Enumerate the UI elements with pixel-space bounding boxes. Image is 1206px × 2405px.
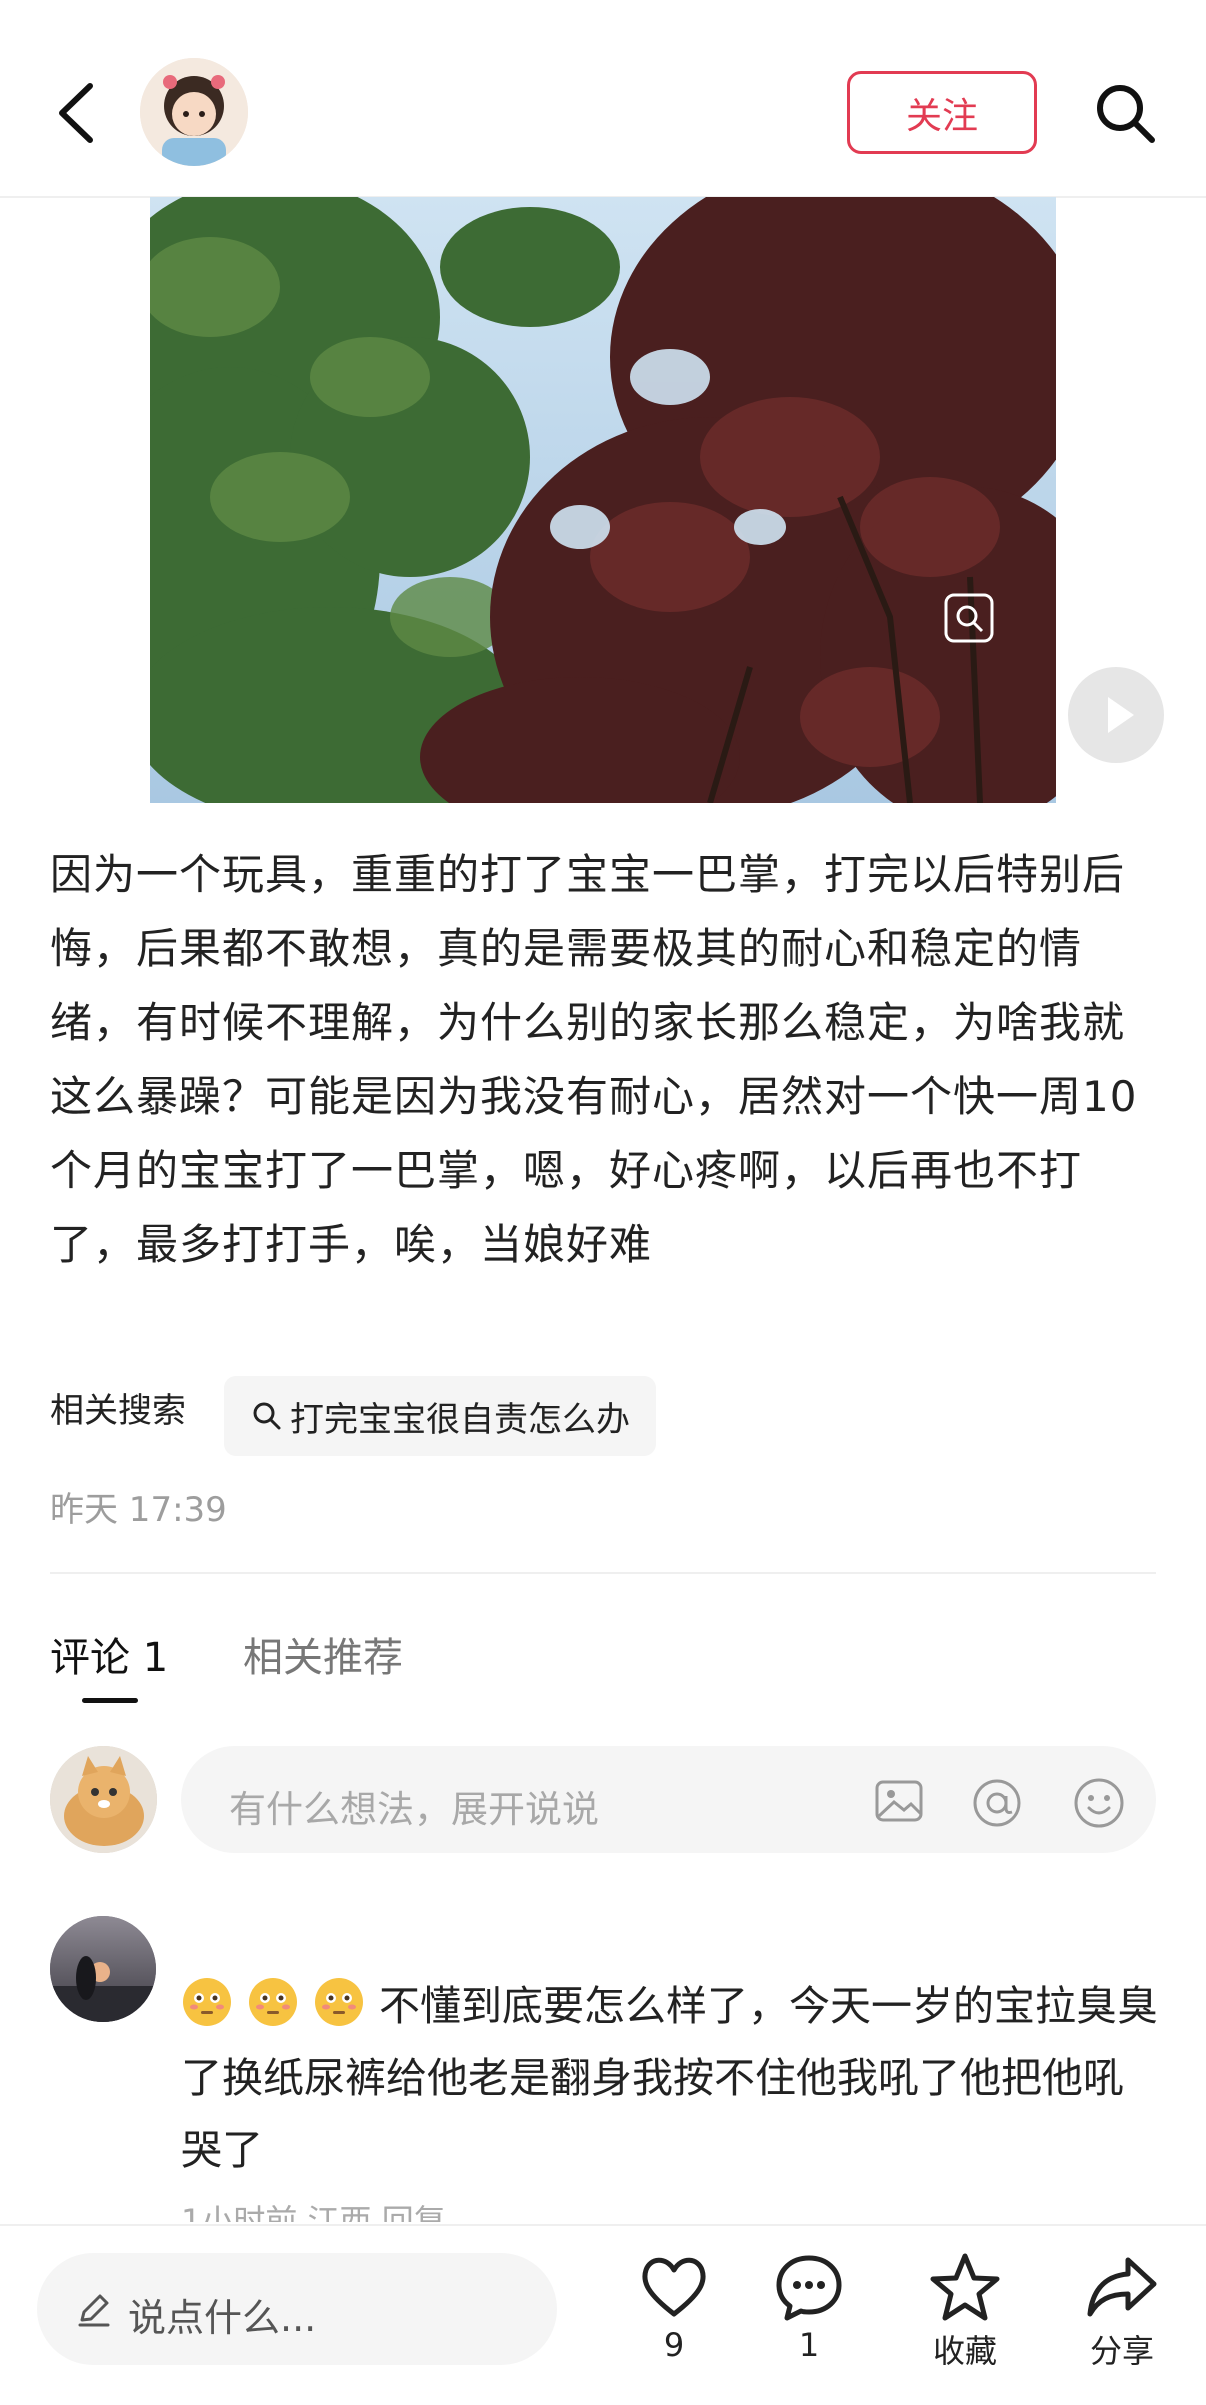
related-search-query: 打完宝宝很自责怎么办 (290, 1399, 630, 1440)
flushed-face-emoji-icon (181, 1976, 233, 2028)
tab-related-recommend[interactable]: 相关推荐 (243, 1625, 403, 1683)
like-count: 9 (663, 2326, 685, 2364)
user-avatar (50, 1746, 157, 1853)
tab-active-indicator (82, 1698, 138, 1703)
star-icon (927, 2250, 1003, 2326)
post-timestamp: 昨天 17:39 (50, 1490, 227, 1530)
follow-button[interactable]: 关注 (847, 71, 1037, 154)
comment-input-placeholder: 有什么想法，展开说说 (229, 1788, 599, 1831)
image-icon[interactable] (874, 1776, 924, 1826)
post-body: 因为一个玩具，重重的打了宝宝一巴掌，打完以后特别后悔，后果都不敢想，真的是需要极… (50, 850, 1138, 1269)
share-label: 分享 (1089, 2332, 1154, 2370)
post-photo[interactable] (150, 197, 1056, 803)
tab-comments[interactable]: 评论 1 (50, 1625, 168, 1683)
collect-label: 收藏 (932, 2332, 997, 2370)
author-avatar[interactable] (140, 58, 248, 166)
flushed-face-emoji-icon (247, 1976, 299, 2028)
like-button[interactable]: 9 (614, 2250, 734, 2364)
related-search-label: 相关搜索 (50, 1391, 186, 1431)
divider (50, 1572, 1156, 1574)
comment-button[interactable]: 1 (749, 2250, 869, 2364)
comment-bubble-icon (771, 2250, 847, 2326)
comment-count: 1 (798, 2326, 820, 2364)
mention-icon[interactable] (970, 1776, 1024, 1830)
share-button[interactable]: 分享 (1062, 2250, 1182, 2372)
comment-body: 不懂到底要怎么样了，今天一岁的宝拉臭臭了换纸尿裤给他老是翻身我按不住他我吼了他把… (181, 1970, 1161, 2186)
play-icon[interactable] (1068, 667, 1164, 763)
search-icon[interactable] (1090, 78, 1160, 148)
emoji-icon[interactable] (1072, 1776, 1126, 1830)
related-search-chip[interactable]: 打完宝宝很自责怎么办 (224, 1376, 656, 1456)
heart-icon (636, 2250, 712, 2326)
comment-meta: 1小时前 江西 回复 (181, 2202, 446, 2222)
commenter-avatar[interactable] (50, 1916, 156, 2022)
flushed-face-emoji-icon (313, 1976, 365, 2028)
share-arrow-icon (1084, 2250, 1160, 2326)
back-arrow-icon[interactable] (50, 78, 110, 148)
pencil-icon (74, 2290, 114, 2330)
search-icon (250, 1399, 284, 1433)
bottom-input-placeholder: 说点什么... (128, 2296, 317, 2340)
collect-button[interactable]: 收藏 (905, 2250, 1025, 2372)
